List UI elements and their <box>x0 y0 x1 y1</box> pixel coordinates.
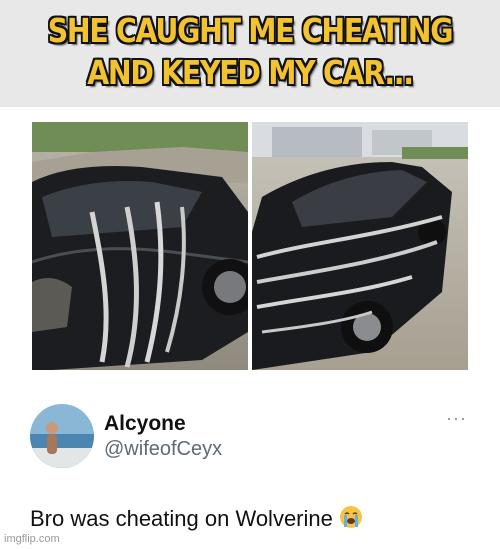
post-text: Bro was cheating on Wolverine <box>30 505 363 535</box>
post-text-content: Bro was cheating on Wolverine <box>30 506 333 531</box>
imgflip-watermark: imgflip.com <box>4 533 60 545</box>
photo-clawed-car-front[interactable] <box>32 122 248 370</box>
caption-line-1: SHE CAUGHT ME CHEATING <box>47 11 454 50</box>
photo-clawed-car-side[interactable] <box>252 122 468 370</box>
display-name[interactable]: Alcyone <box>104 412 186 436</box>
caption-line-2: AND KEYED MY CAR... <box>87 53 414 92</box>
user-handle[interactable]: @wifeofCeyx <box>104 438 222 461</box>
avatar[interactable] <box>30 404 94 468</box>
loudly-crying-face-icon <box>339 505 363 535</box>
meme-caption: SHE CAUGHT ME CHEATING AND KEYED MY CAR.… <box>35 10 465 94</box>
more-options-icon[interactable]: ··· <box>446 408 467 429</box>
photo-grid <box>32 122 468 370</box>
